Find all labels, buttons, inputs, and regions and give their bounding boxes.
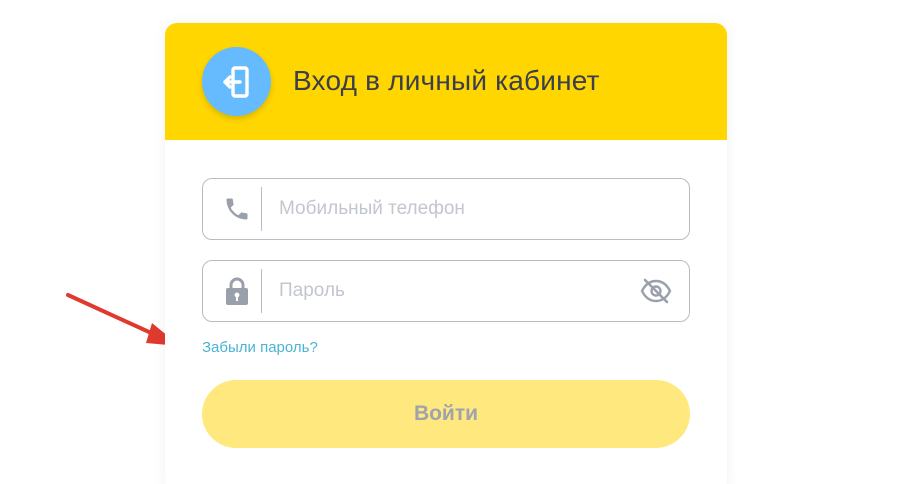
login-door-icon <box>202 47 271 116</box>
page-title: Вход в личный кабинет <box>293 65 600 96</box>
password-field[interactable] <box>202 260 690 322</box>
field-separator <box>261 187 262 231</box>
forgot-password-link[interactable]: Забыли пароль? <box>202 339 318 356</box>
card-header: Вход в личный кабинет <box>165 23 727 140</box>
lock-icon <box>221 275 253 307</box>
login-card: Вход в личный кабинет Мобильный телефон … <box>165 23 727 484</box>
eye-off-icon[interactable] <box>639 275 673 307</box>
phone-input[interactable] <box>279 189 619 229</box>
phone-icon <box>221 193 253 225</box>
login-button[interactable]: Войти <box>202 380 690 448</box>
page: Вход в личный кабинет Мобильный телефон … <box>0 0 906 484</box>
field-separator <box>261 269 262 313</box>
phone-field[interactable] <box>202 178 690 240</box>
password-input[interactable] <box>279 271 619 311</box>
